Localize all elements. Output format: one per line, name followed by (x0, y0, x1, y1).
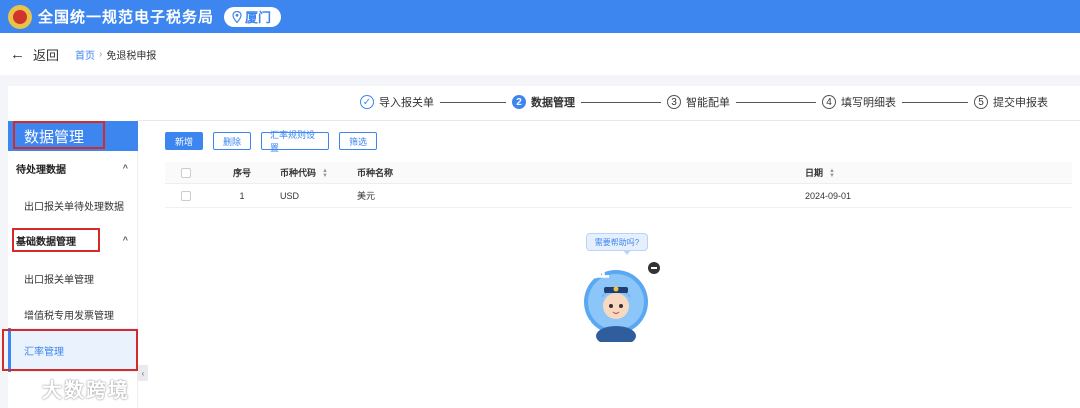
col-date[interactable]: 日期 ▲ ▼ (805, 166, 835, 179)
add-button[interactable]: 新增 (165, 132, 203, 150)
help-bubble[interactable]: 需要帮助吗? (586, 233, 648, 255)
watermark: 大数跨境 (10, 374, 130, 403)
watermark-logo-icon (11, 380, 34, 396)
col-label: 币种代码 (280, 168, 317, 178)
sidebar-item-label: 出口报关单管理 (24, 274, 94, 286)
back-button[interactable]: ← 返回 (10, 45, 59, 64)
step-label: 填写明细表 (841, 97, 896, 109)
cell-currency-name: 美元 (357, 191, 376, 201)
col-currency-code[interactable]: 币种代码 ▲ ▼ (280, 166, 328, 179)
tax-emblem-icon (8, 4, 32, 29)
exchange-rate-table: 序号 币种代码 ▲ ▼ 币种名称 日期 ▲ ▼ 1 USD 美元 2024-09-01 (165, 162, 1072, 208)
assistant-close-icon[interactable] (648, 262, 660, 274)
step-label: 导入报关单 (379, 97, 434, 109)
highlight-box (13, 121, 105, 149)
step-smart-match[interactable]: 3 智能配单 (667, 94, 730, 110)
select-all-checkbox[interactable] (181, 167, 191, 178)
breadcrumb-current: 免退税申报 (106, 50, 157, 62)
location-pin-icon (232, 10, 242, 23)
sidebar-item-declarations[interactable]: 出口报关单管理 (8, 268, 138, 288)
step-submit-declaration[interactable]: 5 提交申报表 (974, 94, 1048, 110)
breadcrumb-bar: ← 返回 首页 › 免退税申报 (0, 33, 1080, 75)
sort-icon[interactable]: ▲ ▼ (829, 168, 835, 179)
step-number: 5 (974, 95, 988, 109)
city-name: 厦门 (245, 10, 272, 25)
step-connector (902, 101, 968, 103)
back-label: 返回 (33, 47, 60, 63)
assistant-char: 动 (574, 317, 591, 337)
highlight-box (12, 228, 100, 252)
step-import-declaration[interactable]: ✓ 导入报关单 (360, 94, 434, 110)
step-connector (581, 101, 661, 103)
assistant-char: 征 (592, 260, 609, 281)
breadcrumb-separator: › (99, 48, 103, 60)
rate-rule-settings-button[interactable]: 汇率规则设置 (261, 130, 329, 153)
panel-divider (8, 120, 1080, 121)
delete-button[interactable]: 删除 (213, 132, 251, 150)
col-currency-name: 币种名称 (357, 168, 394, 178)
filter-button[interactable]: 筛选 (339, 132, 377, 150)
assistant-char: 互 (560, 297, 577, 317)
back-arrow-icon: ← (10, 45, 25, 63)
step-number: 4 (822, 95, 836, 109)
chevron-up-icon: ^ (122, 163, 128, 173)
cell-currency-code: USD (280, 190, 300, 201)
assistant-char: 纳 (566, 274, 583, 295)
city-selector[interactable]: 厦门 (224, 6, 282, 27)
sidebar-item-pending-declarations[interactable]: 出口报关单待处理数据 (8, 195, 138, 215)
sidebar-collapse-handle[interactable]: ‹ (138, 365, 148, 381)
highlight-box (2, 329, 138, 371)
sidebar-item-label: 出口报关单待处理数据 (24, 201, 124, 213)
step-fill-details[interactable]: 4 填写明细表 (822, 94, 896, 110)
step-data-management[interactable]: 2 数据管理 (512, 94, 575, 110)
col-index: 序号 (232, 168, 251, 178)
breadcrumb-home[interactable]: 首页 (75, 47, 95, 62)
chevron-up-icon: ^ (122, 235, 128, 245)
watermark-text: 大数跨境 (42, 380, 130, 402)
step-progress: ✓ 导入报关单 2 数据管理 3 智能配单 4 填写明细表 5 提交申报表 (360, 94, 1048, 110)
col-label: 日期 (805, 168, 824, 178)
sort-icon[interactable]: ▲ ▼ (322, 168, 328, 179)
row-checkbox[interactable] (181, 190, 191, 201)
site-title: 全国统一规范电子税务局 (38, 9, 215, 26)
table-row[interactable]: 1 USD 美元 2024-09-01 (165, 184, 1072, 208)
cell-date: 2024-09-01 (805, 190, 852, 201)
cell-index: 1 (239, 190, 245, 201)
step-connector (736, 101, 816, 103)
check-circle-icon: ✓ (360, 95, 374, 109)
table-header: 序号 币种代码 ▲ ▼ 币种名称 日期 ▲ ▼ (165, 162, 1072, 184)
assistant-avatar-icon[interactable]: 征 纳 互 动 (554, 258, 654, 342)
step-label: 智能配单 (686, 97, 730, 109)
toolbar: 新增 删除 汇率规则设置 筛选 (165, 130, 377, 153)
step-label: 数据管理 (531, 97, 575, 109)
step-number: 2 (512, 95, 526, 109)
step-connector (440, 101, 506, 103)
step-number: 3 (667, 95, 681, 109)
step-label: 提交申报表 (993, 97, 1048, 109)
sidebar-item-label: 增值税专用发票管理 (24, 310, 114, 322)
sidebar-item-vat-invoices[interactable]: 增值税专用发票管理 (8, 304, 138, 324)
sidebar-group-pending[interactable]: 待处理数据 ^ (8, 158, 138, 178)
top-bar: 全国统一规范电子税务局 厦门 (0, 0, 1080, 33)
group-label: 待处理数据 (16, 164, 66, 176)
